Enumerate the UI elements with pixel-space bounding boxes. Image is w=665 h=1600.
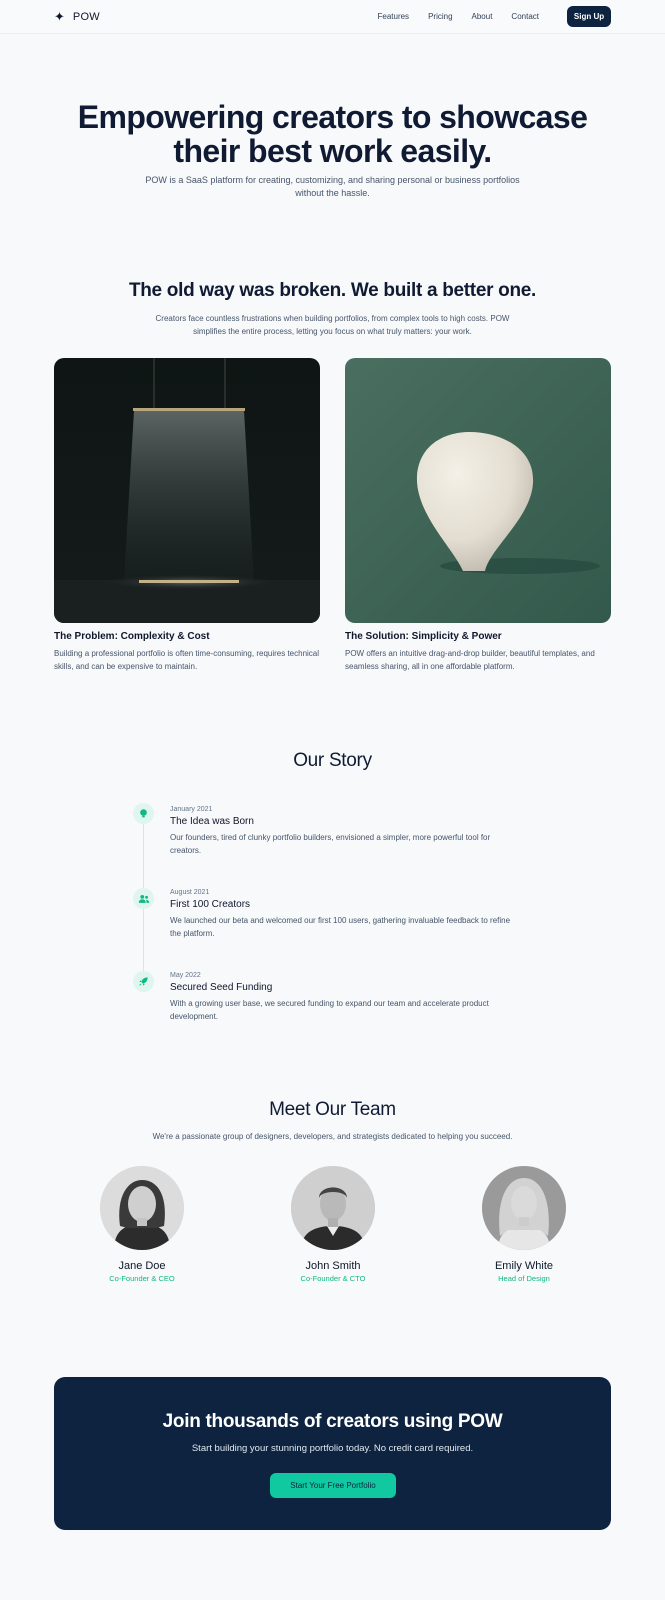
timeline-date: May 2022	[170, 972, 201, 979]
start-free-portfolio-button[interactable]: Start Your Free Portfolio	[270, 1473, 396, 1498]
solution-card-text: POW offers an intuitive drag-and-drop bu…	[345, 649, 595, 671]
nav-link-pricing[interactable]: Pricing	[428, 11, 452, 23]
nav-links: Features Pricing About Contact	[377, 11, 539, 23]
problem-card-title: The Problem: Complexity & Cost	[54, 631, 210, 642]
member-role: Co-Founder & CEO	[109, 1274, 175, 1283]
compare-subtitle: Creators face countless frustrations whe…	[155, 314, 510, 336]
rocket-icon	[133, 971, 154, 992]
member-name: Jane Doe	[118, 1260, 166, 1272]
member-name: John Smith	[305, 1260, 361, 1272]
hero-title-line-2: their best work easily.	[173, 133, 492, 169]
hero-title: Empowering creators to showcase their be…	[0, 100, 665, 168]
hero-subtitle: POW is a SaaS platform for creating, cus…	[145, 175, 520, 198]
avatar	[100, 1166, 184, 1250]
timeline-date: January 2021	[170, 806, 213, 813]
cta-title: Join thousands of creators using POW	[162, 1411, 503, 1432]
top-navbar: ✦ POW Features Pricing About Contact Sig…	[0, 0, 665, 34]
timeline-title: The Idea was Born	[170, 816, 254, 827]
logo-text: POW	[72, 11, 100, 23]
lightbulb-icon	[133, 803, 154, 824]
solution-card-title: The Solution: Simplicity & Power	[345, 631, 502, 642]
problem-image	[54, 358, 320, 623]
timeline-text: We launched our beta and welcomed our fi…	[170, 916, 511, 938]
timeline-title: Secured Seed Funding	[170, 982, 273, 993]
nav-link-contact[interactable]: Contact	[511, 11, 539, 23]
avatar	[291, 1166, 375, 1250]
sparkle-icon: ✦	[54, 9, 65, 24]
cta-banner: Join thousands of creators using POW Sta…	[54, 1377, 611, 1530]
timeline-date: August 2021	[170, 889, 210, 896]
cta-subtitle: Start building your stunning portfolio t…	[191, 1443, 474, 1454]
timeline-title: First 100 Creators	[170, 899, 251, 910]
timeline-text: Our founders, tired of clunky portfolio …	[170, 833, 491, 855]
member-name: Emily White	[494, 1260, 554, 1272]
avatar	[482, 1166, 566, 1250]
team-subtitle: We're a passionate group of designers, d…	[152, 1132, 513, 1141]
logo-link[interactable]: ✦ POW	[54, 9, 100, 25]
compare-title: The old way was broken. We built a bette…	[128, 280, 537, 301]
hero-title-line-1: Empowering creators to showcase	[77, 99, 588, 135]
users-icon	[133, 888, 154, 909]
timeline-text: With a growing user base, we secured fun…	[170, 999, 489, 1021]
member-role: Head of Design	[498, 1274, 550, 1283]
team-title: Meet Our Team	[269, 1099, 396, 1120]
nav-link-about[interactable]: About	[472, 11, 493, 23]
story-title: Our Story	[293, 750, 372, 771]
sign-up-button[interactable]: Sign Up	[567, 6, 611, 27]
solution-image	[345, 358, 611, 623]
member-role: Co-Founder & CTO	[300, 1274, 366, 1283]
nav-link-features[interactable]: Features	[377, 11, 409, 23]
problem-card-text: Building a professional portfolio is oft…	[54, 649, 320, 671]
